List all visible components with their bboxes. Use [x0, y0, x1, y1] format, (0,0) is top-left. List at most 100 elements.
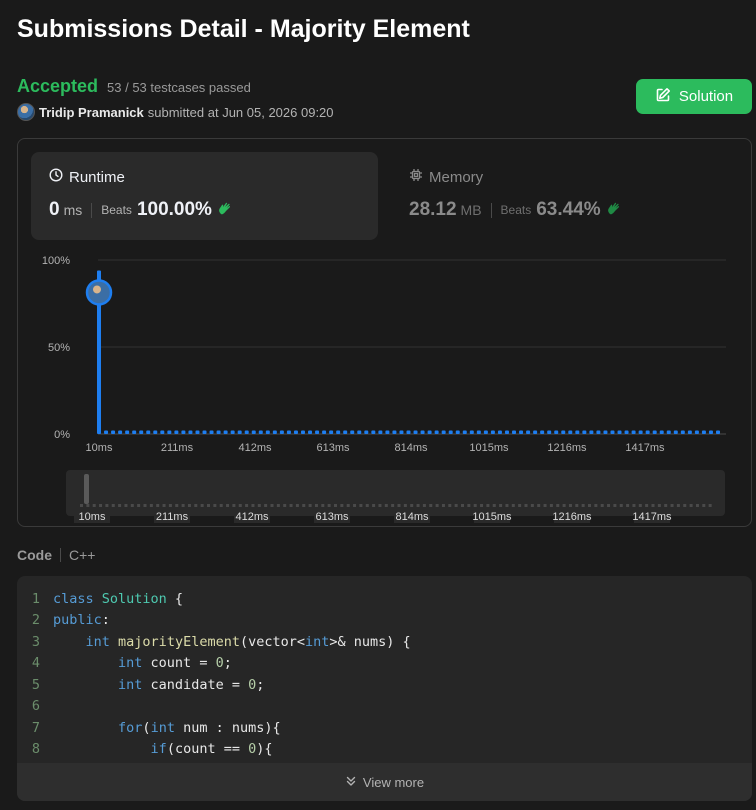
status-row: Accepted 53 / 53 testcases passed — [17, 76, 251, 97]
navigator-dot — [600, 504, 604, 507]
chart-bar — [378, 430, 383, 434]
line-number: 8 — [31, 741, 40, 758]
chart-bar — [209, 430, 214, 434]
navigator-dot — [486, 504, 490, 507]
chart-bar — [687, 430, 692, 434]
navigator-dot — [645, 504, 649, 507]
chart-bar — [652, 430, 657, 434]
navigator-tick-label: 1417ms — [632, 511, 672, 523]
chart-bar — [638, 430, 643, 434]
y-tick-label: 50% — [48, 342, 70, 354]
x-tick-label: 412ms — [238, 442, 272, 454]
code-line: 1 class Solution { — [17, 588, 752, 610]
chart-bar — [160, 430, 165, 434]
navigator-dot — [181, 504, 185, 507]
status-accepted: Accepted — [17, 76, 99, 96]
code-token: int — [85, 633, 110, 650]
code-block[interactable]: 1 class Solution {2 public: 3 int majorityE… — [17, 576, 752, 801]
submitted-at: submitted at Jun 05, 2026 09:20 — [147, 104, 334, 120]
chart-bar — [104, 430, 109, 434]
chart-bar — [329, 430, 334, 434]
navigator-dot — [200, 504, 204, 507]
view-more-button[interactable]: View more — [17, 763, 752, 801]
code-token: for — [118, 719, 143, 736]
line-number: 5 — [31, 676, 40, 693]
chart-bar — [540, 430, 545, 434]
code-text: public: — [53, 612, 110, 628]
navigator-dot — [480, 504, 484, 507]
chart-bar — [441, 430, 446, 434]
chart-bar — [568, 430, 573, 434]
code-line: 4 int count = 0; — [17, 653, 752, 675]
navigator-dot — [467, 504, 471, 507]
chart-bar — [617, 430, 622, 434]
navigator-dot — [372, 504, 376, 507]
chip-icon — [409, 168, 423, 186]
navigator-dot — [581, 504, 585, 507]
code-line: 3 int majorityElement(vector<int>& nums)… — [17, 631, 752, 653]
navigator-dot — [295, 504, 299, 507]
chart-bar — [399, 430, 404, 434]
runtime-card[interactable]: Runtime 0 ms Beats 100.00% — [31, 152, 378, 240]
code-header-separator — [60, 548, 61, 562]
navigator-dot — [168, 504, 172, 507]
code-token: ; — [256, 676, 265, 693]
navigator-dot — [105, 504, 109, 507]
navigator-dot — [518, 504, 522, 507]
navigator-dot — [537, 504, 541, 507]
chart-bar — [230, 430, 235, 434]
navigator-dot — [702, 504, 706, 507]
navigator-dot — [505, 504, 509, 507]
chart-bar — [364, 430, 369, 434]
x-tick-label: 10ms — [86, 442, 113, 454]
code-token: Solution — [93, 590, 167, 607]
code-line: 8 if(count == 0){ — [17, 739, 752, 761]
solution-button[interactable]: Solution — [636, 79, 752, 114]
chart-bar — [125, 430, 130, 434]
memory-values: 28.12 MB Beats 63.44% — [409, 199, 720, 221]
chart-bar — [483, 430, 488, 434]
navigator-dot — [708, 504, 712, 507]
memory-card[interactable]: Memory 28.12 MB Beats 63.44% — [391, 152, 738, 240]
code-line: 7 for(int num : nums){ — [17, 717, 752, 739]
code-token: majorityElement — [118, 633, 240, 650]
chart-bar — [174, 430, 179, 434]
code-text: class Solution { — [53, 591, 183, 607]
avatar[interactable] — [17, 103, 35, 121]
navigator-tick-label: 613ms — [315, 511, 349, 523]
navigator-dot — [492, 504, 496, 507]
navigator-dot — [613, 504, 617, 507]
code-text: int count = 0; — [53, 655, 232, 671]
chart-bar — [286, 430, 291, 434]
navigator-dot — [391, 504, 395, 507]
navigator-dot — [314, 504, 318, 507]
chart-bar — [146, 430, 151, 434]
navigator-dot — [327, 504, 331, 507]
navigator-dot — [289, 504, 293, 507]
navigator-dot — [607, 504, 611, 507]
submitter-name[interactable]: Tridip Pramanick — [39, 105, 144, 120]
memory-title: Memory — [409, 168, 720, 186]
code-token: int — [118, 676, 143, 693]
navigator-dot — [257, 504, 261, 507]
chart-bar — [659, 430, 664, 434]
code-token: candidate = — [142, 676, 249, 693]
navigator-dot — [270, 504, 274, 507]
chart-bar — [258, 430, 263, 434]
code-label: Code — [17, 547, 52, 563]
view-more-label: View more — [362, 774, 425, 790]
navigator-dot — [695, 504, 699, 507]
runtime-title: Runtime — [49, 168, 360, 186]
runtime-distribution-chart[interactable]: 100% 50% 0% 10ms 211ms 412ms 613ms 814ms 1015ms 1… — [18, 249, 753, 529]
navigator-dot — [353, 504, 357, 507]
chart-bar — [596, 430, 601, 434]
code-token: ; — [223, 655, 232, 672]
code-token: count = — [142, 655, 216, 672]
code-token: int — [150, 719, 175, 736]
chart-bar — [139, 430, 144, 434]
chart-bar — [427, 430, 432, 434]
chart-bar — [251, 430, 256, 434]
navigator-dot — [543, 504, 547, 507]
navigator-dot — [219, 504, 223, 507]
